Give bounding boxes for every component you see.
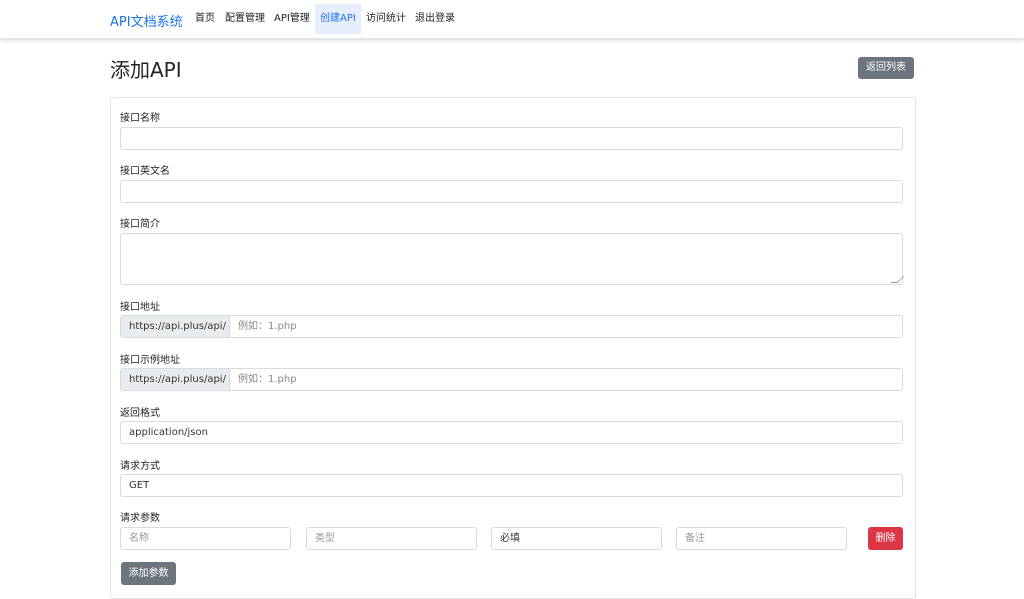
api-url-input[interactable]: 例如：1.php [230,315,903,338]
api-url-label: 接口地址 [120,302,160,313]
param-name-input[interactable]: 名称 [120,527,291,550]
api-en-name-label: 接口英文名 [120,166,170,177]
api-en-name-input[interactable] [120,180,903,203]
form-card [110,97,916,599]
return-format-input[interactable]: application/json [120,421,903,444]
request-method-input[interactable]: GET [120,474,903,497]
api-url-group: https://api.plus/api/ 例如：1.php [120,315,903,338]
api-url-prefix: https://api.plus/api/ [120,315,230,338]
nav-item-api-manage[interactable]: API管理 [269,4,315,34]
top-navbar: API文档系统 首页 配置管理 API管理 创建API 访问统计 退出登录 [0,0,1024,39]
nav-item-logout[interactable]: 退出登录 [410,4,460,34]
example-url-prefix: https://api.plus/api/ [120,368,230,391]
resize-handle-icon[interactable] [890,276,905,283]
return-format-label: 返回格式 [120,408,160,419]
api-name-label: 接口名称 [120,113,160,124]
add-param-button[interactable]: 添加参数 [121,562,176,585]
nav-item-stats[interactable]: 访问统计 [361,4,411,34]
delete-param-button[interactable]: 删除 [868,527,903,550]
back-to-list-button[interactable]: 返回列表 [858,57,914,79]
api-name-input[interactable] [120,127,903,150]
nav-item-home[interactable]: 首页 [190,4,220,34]
example-url-input[interactable]: 例如：1.php [230,368,903,391]
request-method-label: 请求方式 [120,461,160,472]
api-intro-textarea[interactable] [120,233,905,285]
nav-item-config[interactable]: 配置管理 [220,4,270,34]
example-url-group: https://api.plus/api/ 例如：1.php [120,368,903,391]
example-url-label: 接口示例地址 [120,355,180,366]
param-type-input[interactable]: 类型 [306,527,477,550]
page-title: 添加API [110,58,182,82]
request-params-label: 请求参数 [120,513,160,524]
brand-link[interactable]: API文档系统 [110,11,183,30]
param-note-input[interactable]: 备注 [676,527,847,550]
api-intro-label: 接口简介 [120,219,160,230]
nav-item-create-api[interactable]: 创建API [315,4,361,34]
param-required-select[interactable]: 必填 [491,527,662,550]
